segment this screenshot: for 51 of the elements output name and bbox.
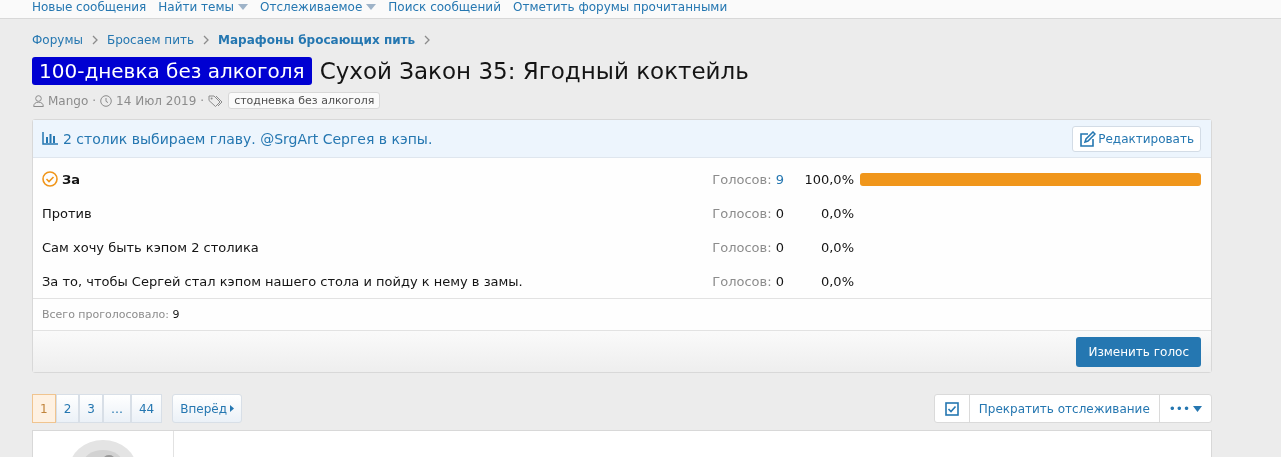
separator-dot: · xyxy=(92,93,97,108)
post-date: 14 Июл 2019 xyxy=(116,93,197,108)
nav-link[interactable]: Поиск сообщений xyxy=(388,0,501,14)
vote-percent: 0,0% xyxy=(819,205,854,221)
caret-icon xyxy=(229,405,234,412)
nav-link[interactable]: Найти темы xyxy=(158,0,249,14)
poll-option-text: За то, чтобы Сергей стал кэпом нашего стола и пойду к нему в замы. xyxy=(42,273,523,289)
poll-question: 2 столик выбираем главу. @SrgArt Сергея в кэпы. xyxy=(63,130,434,147)
chevron-icon xyxy=(203,35,210,45)
nav-link[interactable]: Отслеживаемое xyxy=(260,0,377,14)
clock-icon xyxy=(100,94,113,107)
thread-prefix-label[interactable]: 100-дневка без алкоголя xyxy=(32,57,312,85)
bar-chart-icon xyxy=(42,132,58,145)
nav-link[interactable]: Новые сообщения xyxy=(32,0,147,14)
page-link[interactable]: … xyxy=(102,394,131,423)
nav-link[interactable]: Отметить форумы прочитанными xyxy=(512,0,728,14)
chevron-icon xyxy=(91,35,98,45)
caret-icon xyxy=(238,4,249,10)
thread-title: Сухой Закон 35: Ягодный коктейль xyxy=(319,58,749,84)
tag-chip[interactable]: стодневка без алкоголя xyxy=(228,92,381,109)
user-icon xyxy=(33,94,44,107)
vote-count: Голосов: 0 xyxy=(711,239,784,255)
poll-option-text: За xyxy=(62,171,80,187)
breadcrumb-link[interactable]: Марафоны бросающих пить xyxy=(218,33,416,47)
page-link[interactable]: 1 xyxy=(32,394,56,423)
separator-dot: · xyxy=(200,93,205,108)
poll-option-text: Сам хочу быть кэпом 2 столика xyxy=(42,239,259,255)
edit-icon xyxy=(1079,130,1097,147)
page-link[interactable]: 3 xyxy=(79,394,103,423)
vote-count: Голосов: 0 xyxy=(711,205,784,221)
edit-button[interactable]: Редактировать xyxy=(1072,125,1201,152)
chevron-icon xyxy=(424,35,431,45)
caret-icon xyxy=(1193,405,1202,412)
change-vote-button[interactable]: Изменить голос xyxy=(1076,336,1201,367)
checkbox-icon xyxy=(944,401,959,416)
vote-count: Голосов: 9 xyxy=(711,171,784,187)
breadcrumb-link[interactable]: Бросаем пить xyxy=(106,33,195,47)
breadcrumb-link[interactable]: Форумы xyxy=(32,33,83,47)
poll-option-text: Против xyxy=(42,205,92,221)
page-link[interactable]: 44 xyxy=(130,394,163,423)
author-link[interactable]: Mango xyxy=(48,93,89,108)
caret-icon xyxy=(366,4,377,10)
vote-percent: 0,0% xyxy=(819,273,854,289)
unwatch-button[interactable]: Прекратить отслеживание xyxy=(968,395,1159,422)
page-link[interactable]: 2 xyxy=(55,394,80,423)
vote-percent: 0,0% xyxy=(819,239,854,255)
vote-count: Голосов: 0 xyxy=(711,273,784,289)
more-menu-button[interactable]: ••• xyxy=(1158,395,1211,422)
tags-icon xyxy=(208,94,225,107)
next-page-button[interactable]: Вперёд xyxy=(172,394,242,423)
vote-percent: 100,0% xyxy=(803,171,854,187)
